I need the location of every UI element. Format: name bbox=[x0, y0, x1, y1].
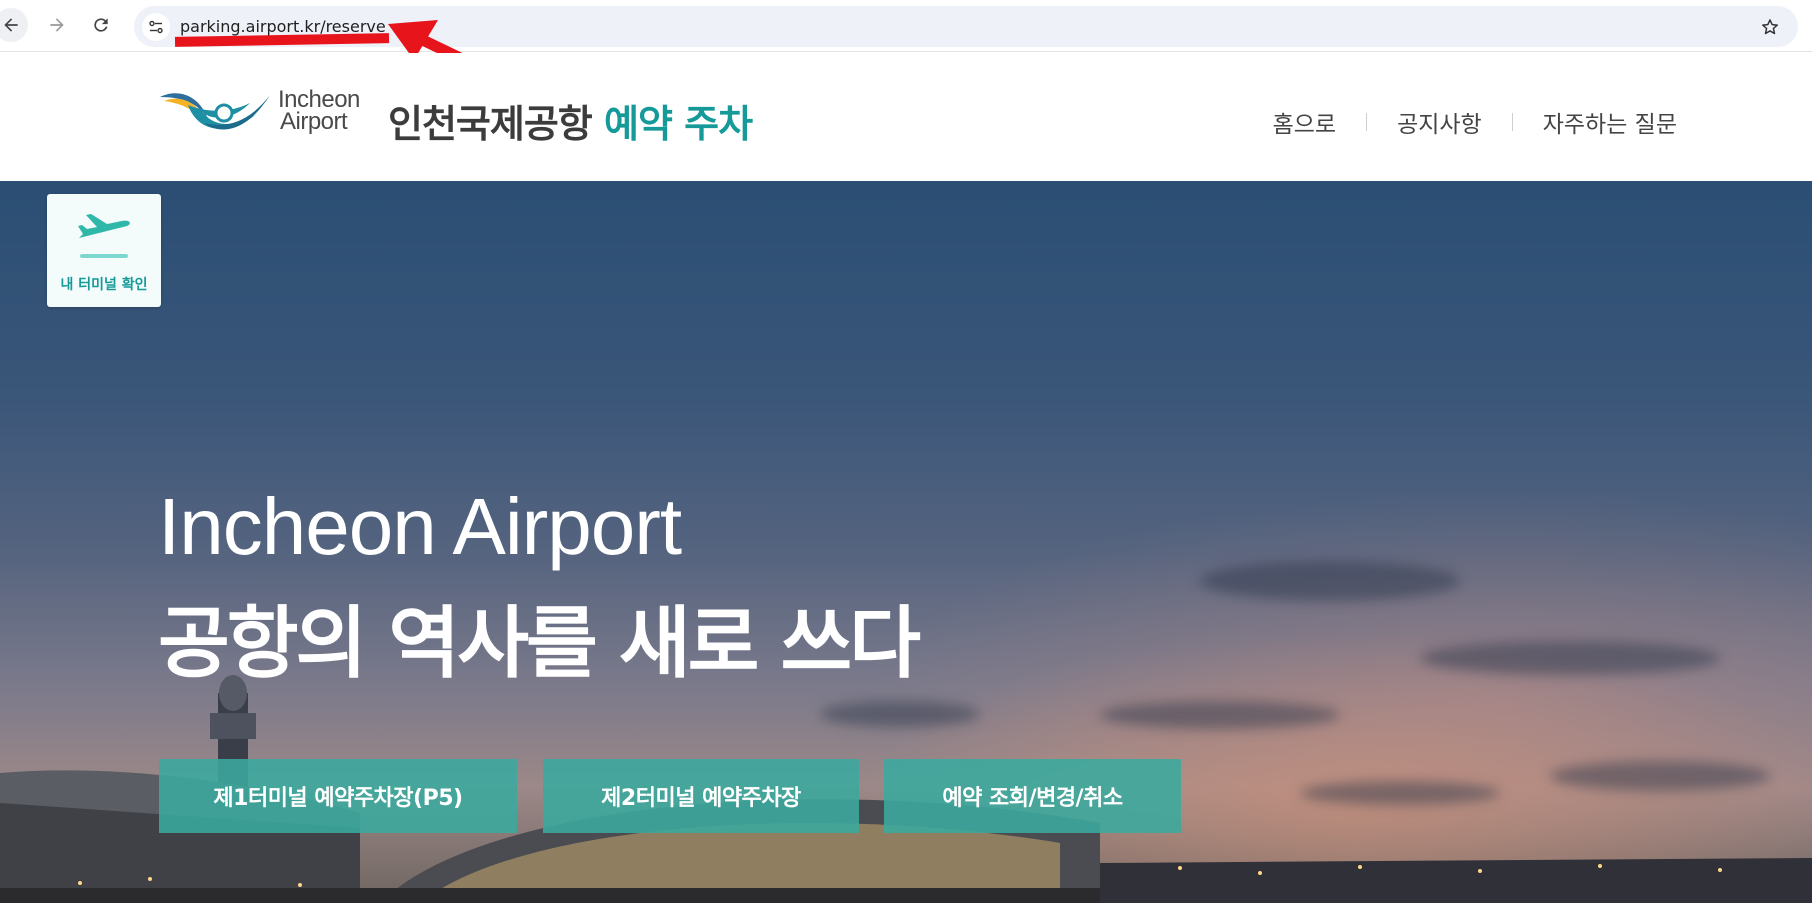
forward-button[interactable] bbox=[40, 8, 74, 42]
bookmark-button[interactable] bbox=[1758, 15, 1782, 39]
browser-toolbar: parking.airport.kr/reserve bbox=[0, 0, 1812, 86]
arrow-right-icon bbox=[50, 18, 64, 32]
terminal1-reserve-button[interactable]: 제1터미널 예약주차장(P5) bbox=[159, 759, 517, 833]
terminal2-reserve-button[interactable]: 제2터미널 예약주차장 bbox=[543, 759, 859, 833]
nav-notices[interactable]: 공지사항 bbox=[1397, 105, 1482, 139]
main-nav: 홈으로 공지사항 자주하는 질문 bbox=[1273, 105, 1677, 139]
reservation-lookup-button[interactable]: 예약 조회/변경/취소 bbox=[884, 759, 1181, 833]
my-terminal-check-label: 내 터미널 확인 bbox=[60, 277, 148, 293]
logo-line-2: Airport bbox=[280, 108, 348, 135]
cloud bbox=[1200, 561, 1460, 601]
nav-faq[interactable]: 자주하는 질문 bbox=[1543, 105, 1677, 139]
tune-icon bbox=[149, 20, 163, 34]
star-icon bbox=[1762, 19, 1778, 35]
site-title[interactable]: 인천국제공항 예약 주차 bbox=[388, 93, 753, 148]
hero-headline: 공항의 역사를 새로 쓰다 bbox=[158, 599, 921, 689]
back-button[interactable] bbox=[0, 8, 28, 42]
incheon-airport-logo[interactable]: Incheon Airport bbox=[158, 83, 368, 143]
site-title-main: 인천국제공항 bbox=[388, 102, 593, 146]
runway-bar bbox=[80, 254, 128, 258]
site-info-button[interactable] bbox=[142, 13, 170, 41]
logo-wordmark: Incheon Airport bbox=[278, 88, 360, 135]
reload-icon bbox=[94, 18, 108, 32]
site-title-accent: 예약 주차 bbox=[604, 102, 753, 146]
hero-section: 내 터미널 확인 Incheon Airport 공항의 역사를 새로 쓰다 제… bbox=[0, 181, 1812, 903]
reload-button[interactable] bbox=[84, 8, 118, 42]
nav-divider bbox=[1511, 113, 1513, 131]
hero-eyebrow: Incheon Airport bbox=[158, 482, 682, 571]
airport-swoosh-icon bbox=[160, 93, 270, 130]
nav-home[interactable]: 홈으로 bbox=[1273, 105, 1336, 139]
my-terminal-check-button[interactable]: 내 터미널 확인 bbox=[47, 194, 161, 307]
arrow-left-icon bbox=[4, 18, 18, 32]
airplane-takeoff-icon bbox=[78, 214, 130, 238]
site-header: Incheon Airport 인천국제공항 예약 주차 홈으로 공지사항 자주… bbox=[0, 53, 1812, 181]
nav-divider bbox=[1366, 113, 1368, 131]
